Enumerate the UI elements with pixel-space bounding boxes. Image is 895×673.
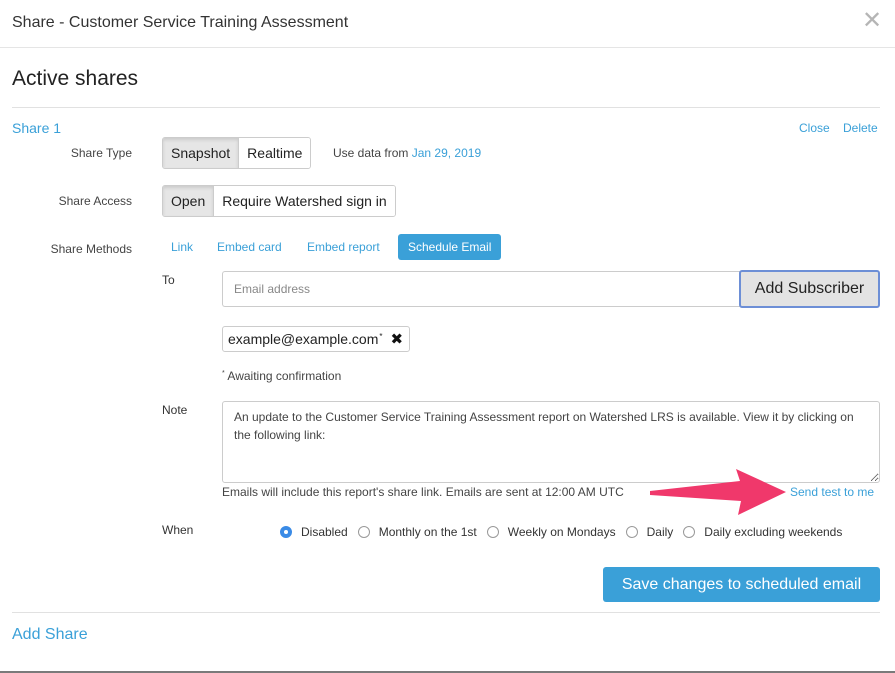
share-access-signin-button[interactable]: Require Watershed sign in bbox=[213, 186, 395, 216]
radio-icon[interactable] bbox=[357, 526, 370, 538]
divider bbox=[12, 612, 880, 613]
schedule-option-disabled[interactable]: Disabled bbox=[280, 525, 348, 539]
schedule-option-weekly[interactable]: Weekly on Mondays bbox=[486, 525, 616, 539]
add-share-link[interactable]: Add Share bbox=[12, 626, 88, 644]
share-access-open-button[interactable]: Open bbox=[163, 186, 214, 216]
share-methods-label: Share Methods bbox=[50, 242, 132, 256]
radio-icon[interactable] bbox=[683, 526, 696, 538]
use-data-date-link[interactable]: Jan 29, 2019 bbox=[412, 146, 481, 160]
schedule-option-monthly[interactable]: Monthly on the 1st bbox=[357, 525, 477, 539]
email-address-input[interactable] bbox=[222, 271, 740, 307]
tab-embed-report[interactable]: Embed report bbox=[297, 234, 390, 260]
share-type-realtime-button[interactable]: Realtime bbox=[238, 138, 311, 168]
close-icon[interactable]: ✕ bbox=[860, 8, 884, 34]
subscriber-email: example@example.com bbox=[228, 331, 379, 347]
section-title: Active shares bbox=[12, 67, 139, 90]
share-access-toggle: Open Require Watershed sign in bbox=[162, 185, 396, 217]
radio-icon[interactable] bbox=[625, 526, 638, 538]
send-test-link[interactable]: Send test to me bbox=[790, 485, 874, 499]
schedule-radio-group: Disabled Monthly on the 1st Weekly on Mo… bbox=[280, 525, 852, 539]
schedule-option-label: Daily excluding weekends bbox=[704, 525, 843, 539]
to-label: To bbox=[162, 273, 175, 287]
schedule-option-label: Disabled bbox=[301, 525, 348, 539]
pointer-arrow-icon bbox=[650, 469, 786, 515]
modal-header: Share - Customer Service Training Assess… bbox=[0, 0, 895, 48]
radio-icon[interactable] bbox=[486, 526, 499, 538]
add-subscriber-button[interactable]: Add Subscriber bbox=[739, 270, 880, 308]
divider bbox=[12, 107, 880, 108]
tab-embed-card[interactable]: Embed card bbox=[207, 234, 292, 260]
remove-subscriber-icon[interactable]: ✖ bbox=[391, 330, 404, 348]
use-data-prefix: Use data from bbox=[333, 146, 409, 160]
awaiting-text: Awaiting confirmation bbox=[224, 369, 342, 383]
share-access-label: Share Access bbox=[58, 194, 132, 208]
when-label: When bbox=[162, 523, 194, 537]
note-label: Note bbox=[162, 403, 188, 417]
share-type-label: Share Type bbox=[70, 146, 132, 160]
delete-share-link[interactable]: Delete bbox=[843, 121, 878, 135]
close-share-link[interactable]: Close bbox=[799, 121, 830, 135]
subscriber-marker: * bbox=[379, 331, 383, 341]
share-name-link[interactable]: Share 1 bbox=[12, 120, 61, 136]
awaiting-confirmation-note: * Awaiting confirmation bbox=[222, 369, 341, 383]
subscriber-chip: example@example.com * ✖ bbox=[222, 326, 411, 352]
tab-schedule-email[interactable]: Schedule Email bbox=[398, 234, 502, 260]
schedule-option-daily[interactable]: Daily bbox=[625, 525, 674, 539]
schedule-option-label: Weekly on Mondays bbox=[507, 525, 616, 539]
save-scheduled-email-button[interactable]: Save changes to scheduled email bbox=[603, 567, 880, 602]
tab-link[interactable]: Link bbox=[161, 234, 203, 260]
radio-checked-icon[interactable] bbox=[280, 526, 292, 538]
share-modal: Share - Customer Service Training Assess… bbox=[0, 0, 895, 673]
schedule-option-label: Daily bbox=[646, 525, 674, 539]
schedule-option-label: Monthly on the 1st bbox=[378, 525, 477, 539]
schedule-option-daily-weekdays[interactable]: Daily excluding weekends bbox=[683, 525, 842, 539]
share-type-snapshot-button[interactable]: Snapshot bbox=[163, 138, 239, 168]
modal-title: Share - Customer Service Training Assess… bbox=[12, 14, 349, 31]
share-type-toggle: Snapshot Realtime bbox=[162, 137, 312, 169]
note-help-text: Emails will include this report's share … bbox=[222, 485, 624, 499]
use-data-from: Use data from Jan 29, 2019 bbox=[333, 146, 481, 160]
